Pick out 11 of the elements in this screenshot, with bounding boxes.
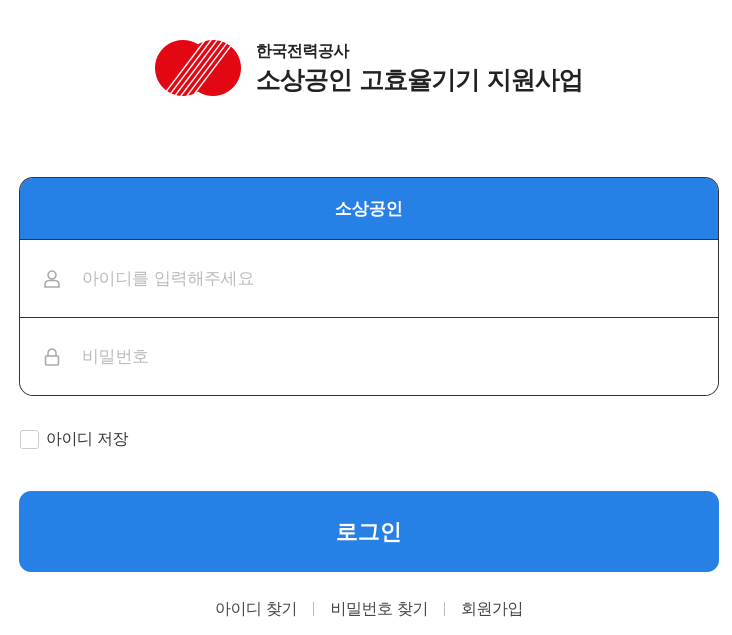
company-name: 한국전력공사 xyxy=(256,40,350,60)
find-password-link[interactable]: 비밀번호 찾기 xyxy=(330,597,428,621)
user-icon xyxy=(44,270,60,288)
find-id-link[interactable]: 아이디 찾기 xyxy=(215,597,298,621)
remember-id-label: 아이디 저장 xyxy=(46,429,128,450)
login-button[interactable]: 로그인 xyxy=(19,491,719,572)
program-title: 소상공인 고효율기기 지원사업 xyxy=(256,64,584,96)
remember-checkbox[interactable] xyxy=(20,430,39,449)
lock-icon xyxy=(44,348,60,366)
form-header: 소상공인 xyxy=(335,198,403,220)
signup-link[interactable]: 회원가입 xyxy=(460,597,523,621)
